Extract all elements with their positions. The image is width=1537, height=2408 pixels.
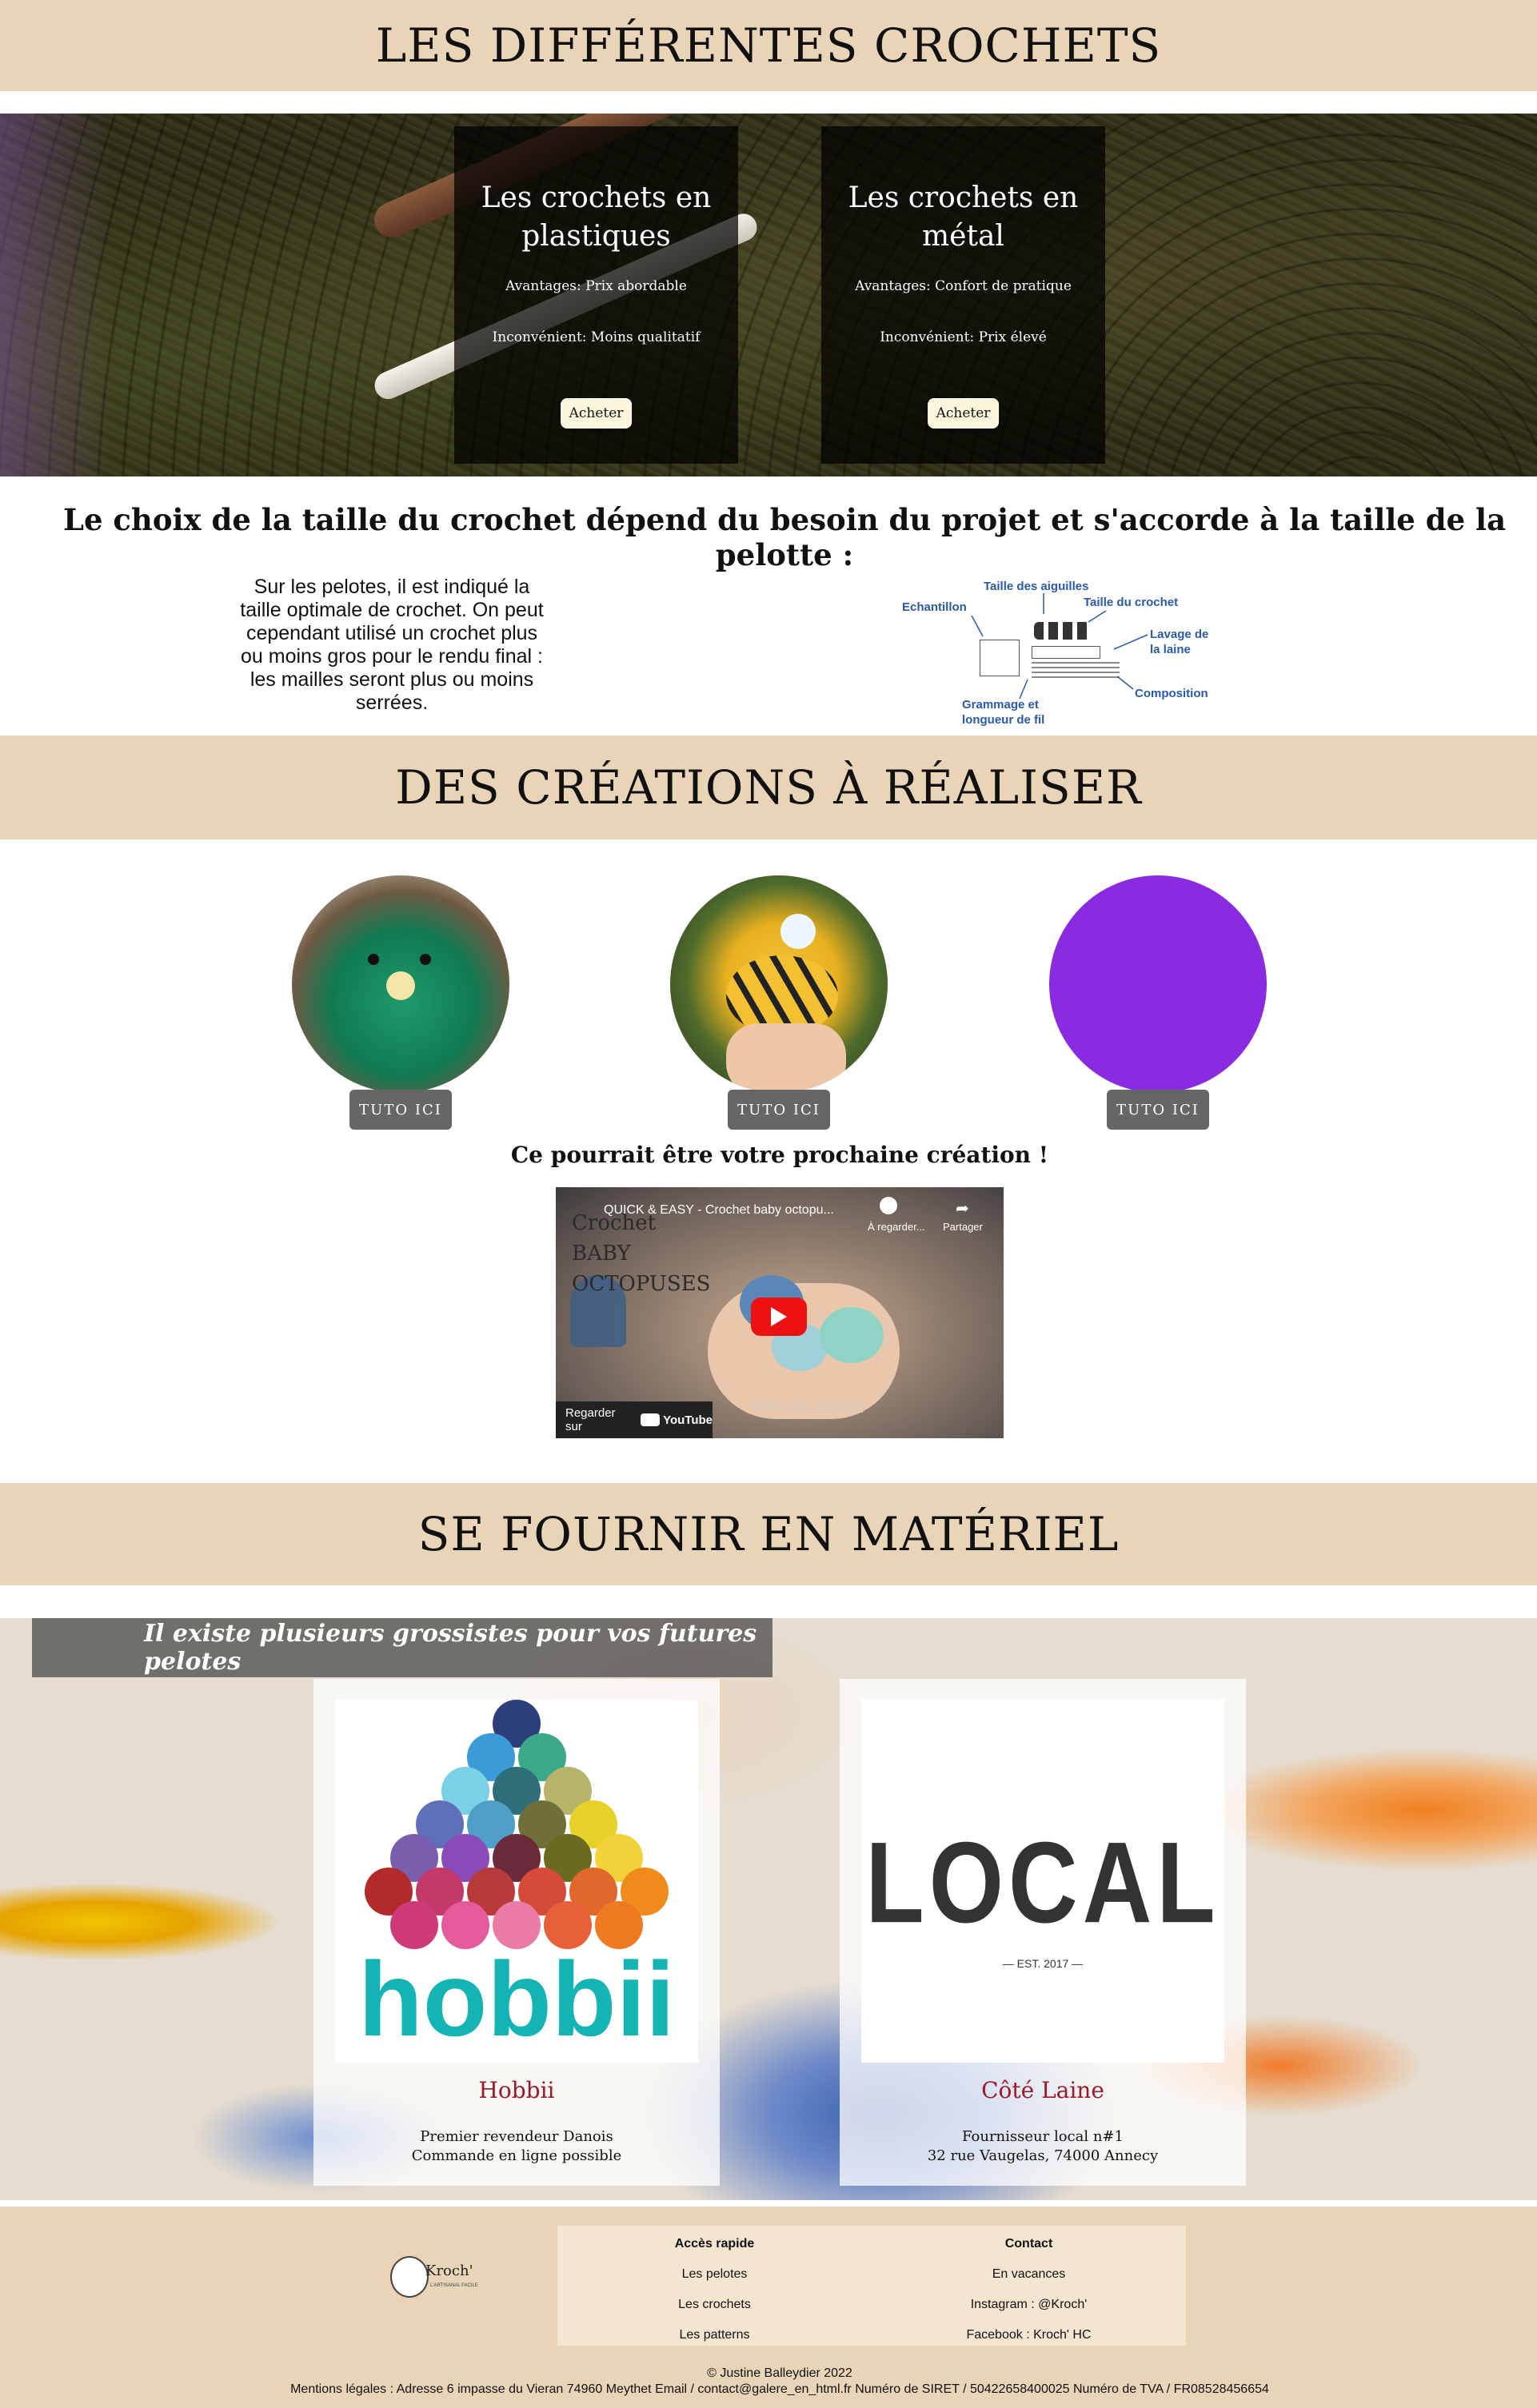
dinosaur-creation-image[interactable] — [292, 875, 509, 1093]
vendor-description: Commande en ligne possible — [411, 2147, 622, 2164]
tuto-button[interactable]: TUTO ICI — [349, 1090, 452, 1130]
sheep-icon — [390, 2256, 429, 2298]
vendor-name[interactable]: Hobbii — [313, 2077, 720, 2103]
card-drawback: Inconvénient: Prix élevé — [880, 329, 1047, 345]
vendor-description: Premier revendeur Danois — [420, 2128, 613, 2145]
video-title[interactable]: QUICK & EASY - Crochet baby octopu... — [604, 1203, 834, 1218]
footer-links-box: Accès rapide Les pelotes Les crochets Le… — [557, 2226, 1186, 2346]
logo-text: Kroch' — [425, 2262, 473, 2279]
supply-section-header: SE FOURNIR EN MATÉRIEL — [0, 1483, 1537, 1585]
contact-facebook[interactable]: Facebook : Kroch' HC — [872, 2328, 1186, 2344]
metal-crochet-card: Les crochets en métal Avantages: Confort… — [821, 126, 1105, 464]
legal-notice: Mentions légales : Adresse 6 impasse du … — [290, 2382, 1269, 2396]
quick-access-column: Accès rapide Les pelotes Les crochets Le… — [557, 2226, 872, 2344]
logo-subtitle: L'ARTISANAL FACILE — [430, 2283, 478, 2288]
footer: Kroch' L'ARTISANAL FACILE Accès rapide L… — [0, 2207, 1537, 2408]
clock-icon[interactable] — [880, 1197, 897, 1214]
yarn-label-diagram: Taille des aiguilles Echantillon Taille … — [900, 576, 1220, 729]
card-advantage: Avantages: Prix abordable — [505, 278, 687, 294]
size-choice-title: Le choix de la taille du crochet dépend … — [62, 502, 1507, 572]
card-title: Les crochets en métal — [848, 181, 1079, 253]
tuto-button[interactable]: TUTO ICI — [1107, 1090, 1209, 1130]
cote-laine-vendor-card[interactable]: LOCAL — EST. 2017 — Côté Laine Fournisse… — [840, 1679, 1246, 2186]
vendor-description: 32 rue Vaugelas, 74000 Annecy — [927, 2147, 1159, 2164]
share-icon[interactable]: ➦ — [956, 1198, 969, 1218]
vendor-name[interactable]: Côté Laine — [840, 2077, 1246, 2103]
copyright: © Justine Balleydier 2022 — [707, 2366, 852, 2380]
share-label[interactable]: Partager — [943, 1221, 983, 1233]
supply-section-title: SE FOURNIR EN MATÉRIEL — [417, 1507, 1120, 1561]
watch-on-label: Regarder sur — [565, 1406, 616, 1433]
crochets-section-header: LES DIFFÉRENTES CROCHETS — [0, 0, 1537, 91]
placeholder-creation-circle[interactable] — [1049, 875, 1267, 1093]
card-drawback: Inconvénient: Moins qualitatif — [492, 329, 701, 345]
watch-on-youtube-button[interactable]: Regarder sur YouTube — [556, 1401, 713, 1438]
local-est-label: — EST. 2017 — — [1002, 1957, 1084, 1970]
watch-later-label[interactable]: À regarder... — [868, 1221, 925, 1233]
contact-instagram[interactable]: Instagram : @Kroch' — [872, 2298, 1186, 2314]
contact-status: En vacances — [992, 2267, 1066, 2281]
contact-column: Contact En vacances Instagram : @Kroch' … — [872, 2226, 1186, 2344]
diagram-arrows — [971, 593, 1148, 700]
card-title: Les crochets en plastiques — [481, 181, 712, 253]
hobbii-logo[interactable]: hobbii — [335, 1700, 698, 2063]
buy-button[interactable]: Acheter — [927, 398, 1000, 429]
size-choice-text: Sur les pelotes, il est indiqué la taill… — [240, 576, 544, 714]
kroch-logo[interactable]: Kroch' L'ARTISANAL FACILE — [390, 2256, 478, 2304]
local-wordmark: LOCAL — [865, 1818, 1220, 1948]
card-advantage: Avantages: Confort de pratique — [855, 278, 1072, 294]
hobbii-wordmark: hobbii — [358, 1940, 675, 2058]
quick-access-title: Accès rapide — [674, 2237, 755, 2251]
suppliers-section: Il existe plusieurs grossistes pour vos … — [0, 1618, 1537, 2200]
play-icon — [771, 1307, 787, 1326]
creations-section-title: DES CRÉATIONS À RÉALISER — [395, 760, 1142, 815]
crochets-hero — [0, 114, 1537, 476]
next-creation-title: Ce pourrait être votre prochaine créatio… — [510, 1142, 1049, 1168]
buy-button[interactable]: Acheter — [560, 398, 633, 429]
footer-link-crochets[interactable]: Les crochets — [557, 2298, 872, 2314]
youtube-logo-icon — [641, 1413, 661, 1426]
local-logo[interactable]: LOCAL — EST. 2017 — — [861, 1700, 1224, 2063]
footer-link-patterns[interactable]: Les patterns — [557, 2328, 872, 2344]
youtube-video-embed[interactable]: Crochet BABY OCTOPUSES QUICK & EASY - Cr… — [556, 1187, 1004, 1438]
bee-creation-image[interactable] — [670, 875, 888, 1093]
vendor-description: Fournisseur local n#1 — [962, 2128, 1124, 2145]
tuto-button[interactable]: TUTO ICI — [728, 1090, 830, 1130]
video-watermark: FROM JADE — [752, 1399, 866, 1417]
plastic-crochet-card: Les crochets en plastiques Avantages: Pr… — [454, 126, 738, 464]
hobbii-vendor-card[interactable]: hobbii Hobbii Premier revendeur Danois C… — [313, 1679, 720, 2186]
crochets-section-title: LES DIFFÉRENTES CROCHETS — [375, 18, 1162, 73]
creations-section-header: DES CRÉATIONS À RÉALISER — [0, 736, 1537, 839]
youtube-label: YouTube — [663, 1413, 713, 1427]
play-button[interactable] — [751, 1298, 807, 1336]
suppliers-banner: Il existe plusieurs grossistes pour vos … — [32, 1618, 772, 1677]
footer-link-pelotes[interactable]: Les pelotes — [557, 2267, 872, 2283]
video-overlay-title: Crochet BABY OCTOPUSES — [572, 1211, 711, 1296]
contact-title: Contact — [1004, 2237, 1053, 2251]
